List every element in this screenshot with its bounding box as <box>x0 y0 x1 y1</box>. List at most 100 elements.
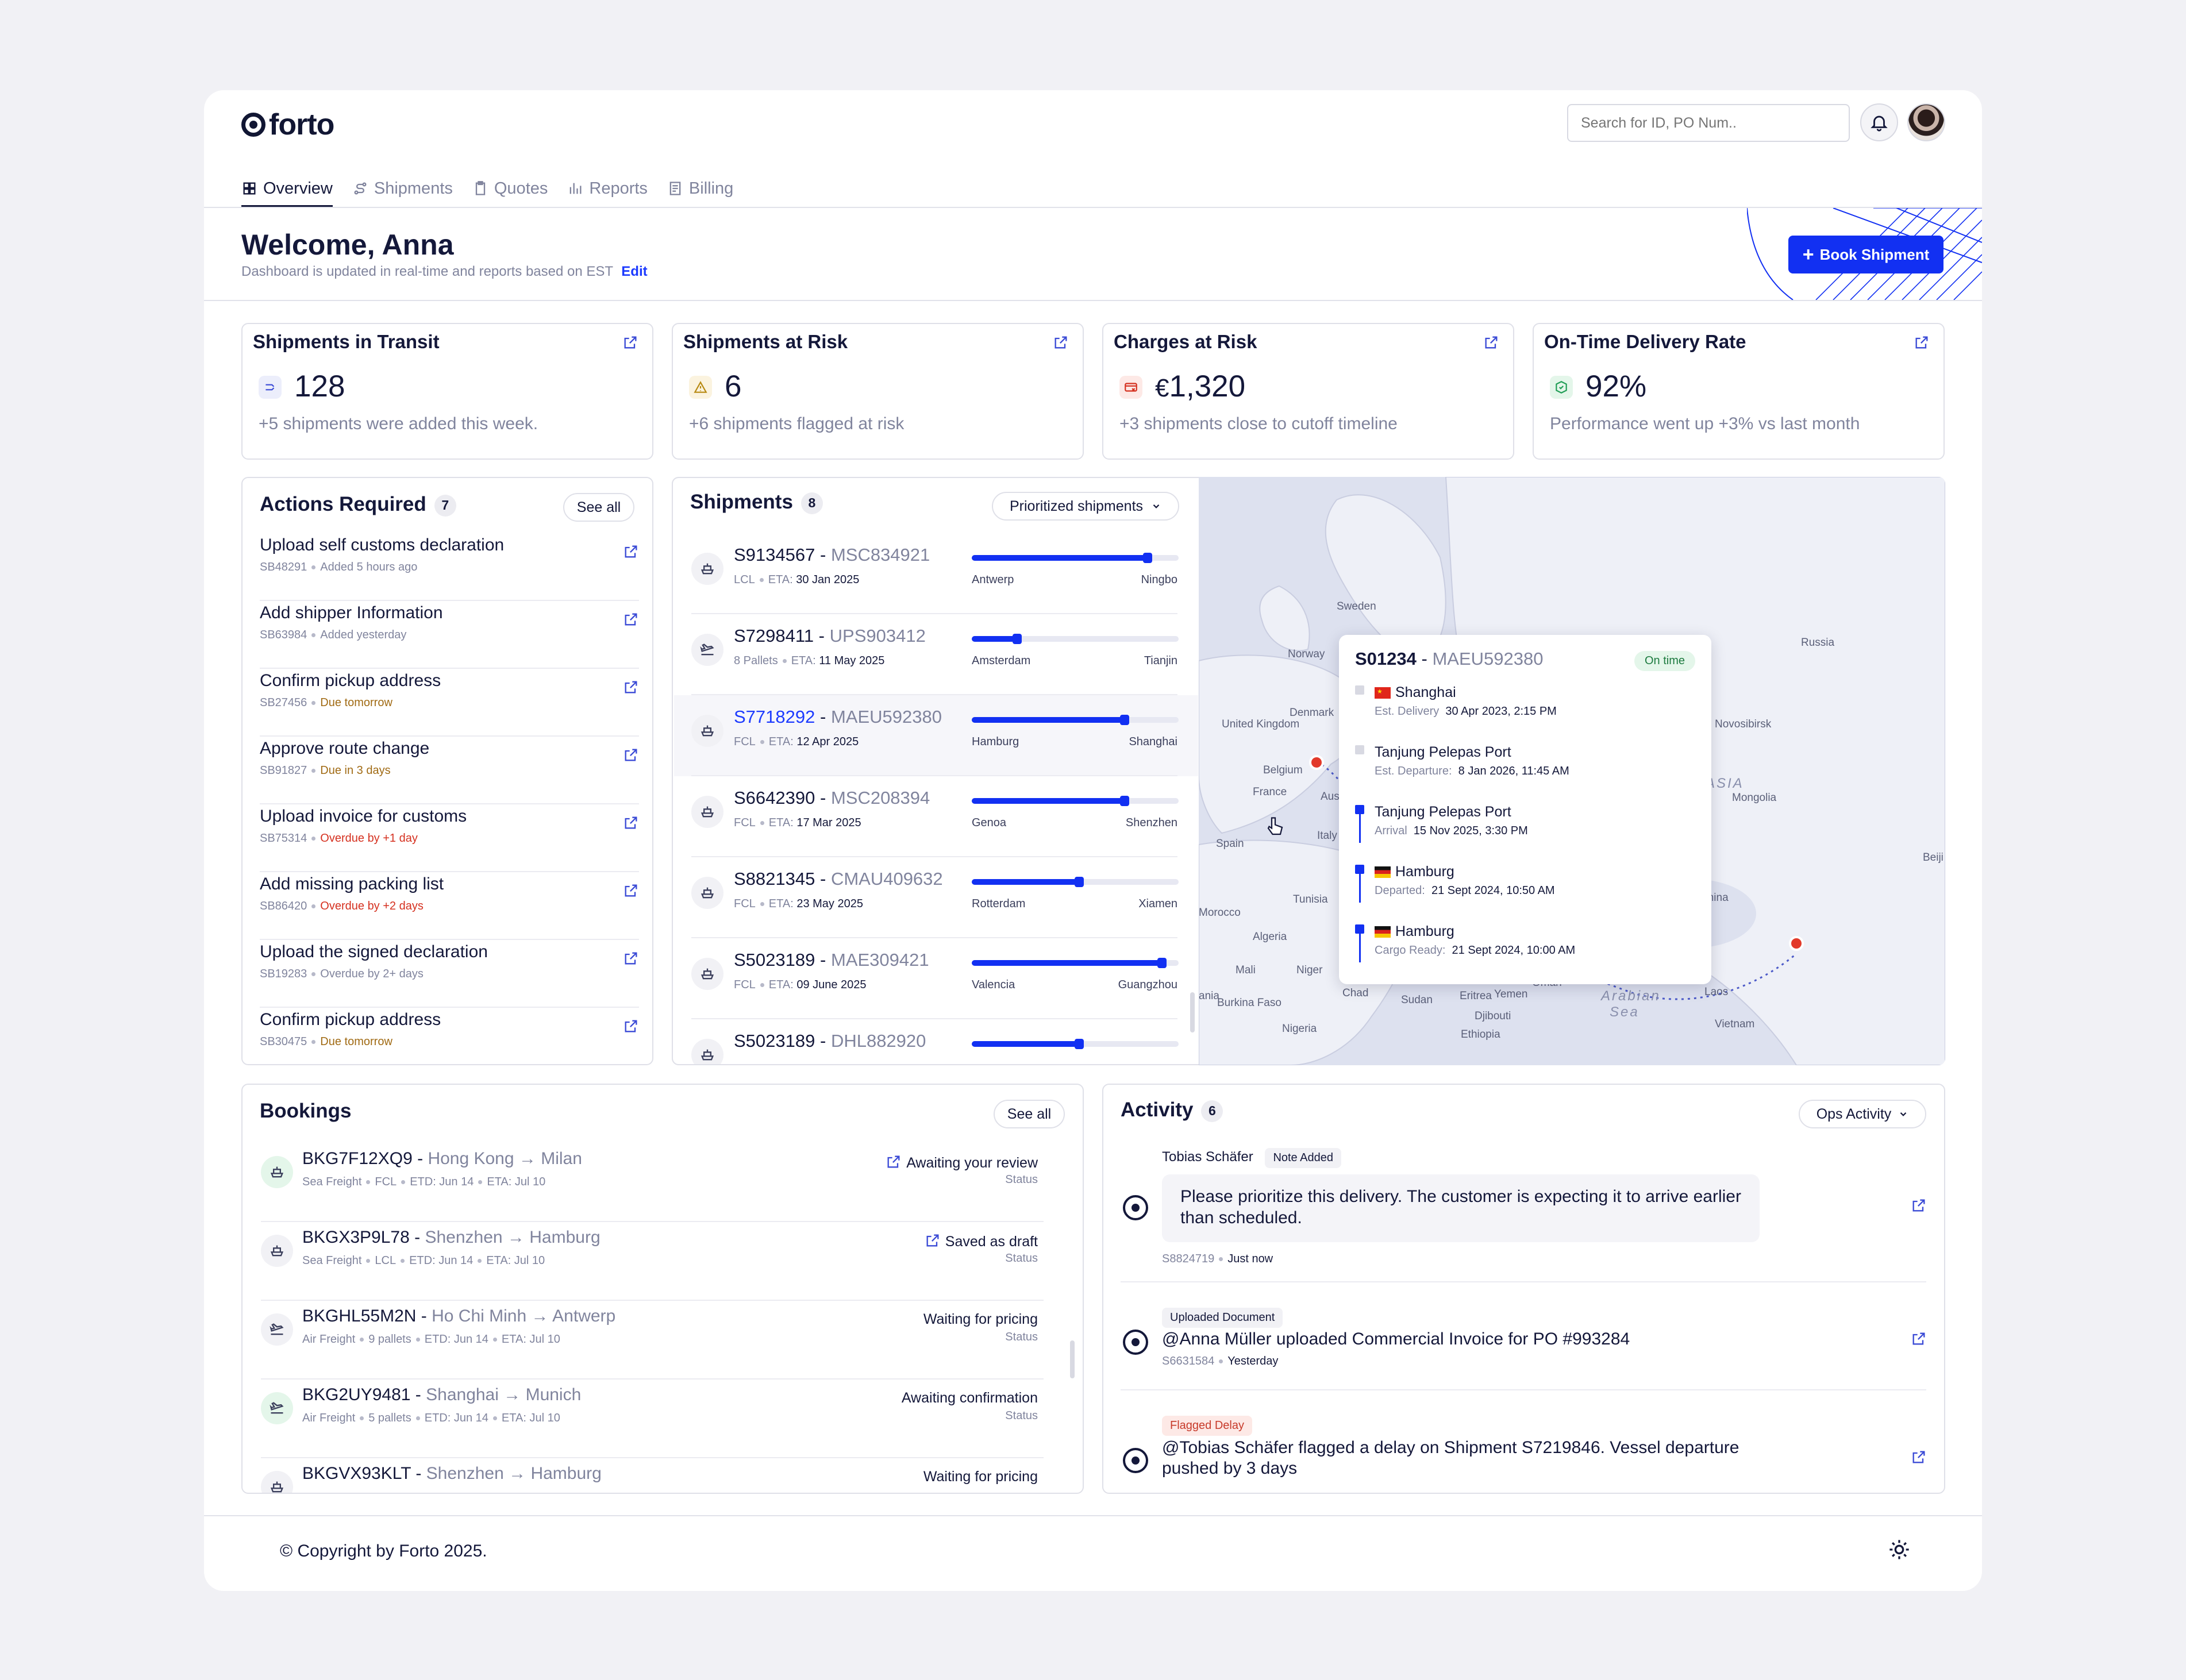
booking-row[interactable]: BKG7F12XQ9 - Hong Kong → Milan Sea Freigh… <box>261 1143 1067 1222</box>
external-link-icon[interactable] <box>623 883 639 901</box>
edit-link[interactable]: Edit <box>621 264 647 279</box>
external-link-icon[interactable] <box>1911 1197 1927 1213</box>
external-link-icon[interactable] <box>623 1018 639 1037</box>
origin-port: Antwerp <box>972 573 1014 586</box>
separator-dot <box>478 1259 482 1263</box>
external-link-icon[interactable] <box>1053 334 1069 353</box>
action-item[interactable]: Upload self customs declaration SB48291 Ad… <box>260 533 639 601</box>
shipments-filter-dropdown[interactable]: Prioritized shipments <box>992 492 1179 521</box>
shipment-ref: CMAU409632 <box>830 869 943 889</box>
kpi-card-1[interactable]: Shipments in Transit 128 +5 shipments were… <box>241 323 653 460</box>
bookings-scrollbar[interactable] <box>1070 1340 1075 1378</box>
kpi-card-4[interactable]: On-Time Delivery Rate 92% Performance went… <box>1533 323 1945 460</box>
stop-time: 21 Sept 2024, 10:00 AM <box>1452 944 1576 957</box>
search-input[interactable] <box>1567 104 1850 142</box>
route-stop: Tanjung Pelepas Port Est. Departure: 8 Ja… <box>1355 744 1700 800</box>
booking-status: Waiting for pricing <box>923 1469 1038 1485</box>
book-shipment-button[interactable]: + Book Shipment <box>1788 236 1943 273</box>
separator-dot <box>760 740 764 745</box>
action-item[interactable]: Add missing packing list SB86420 Overdue b… <box>260 872 639 940</box>
kpi-card-3[interactable]: Charges at Risk €1,320 +3 shipments close … <box>1102 323 1514 460</box>
activity-meta: S8824719 Just now <box>1162 1253 1273 1266</box>
separator-dot <box>311 972 316 977</box>
separator-dot <box>366 1259 371 1263</box>
activity-filter-dropdown[interactable]: Ops Activity <box>1799 1100 1926 1128</box>
stop-meta: Est. Delivery 30 Apr 2023, 2:15 PM <box>1375 705 1557 718</box>
tab-overview[interactable]: Overview <box>241 169 333 207</box>
tab-billing[interactable]: Billing <box>667 169 733 207</box>
actions-see-all-button[interactable]: See all <box>563 493 634 522</box>
user-avatar[interactable] <box>1907 103 1945 141</box>
booking-status-text: Waiting for pricing <box>923 1311 1038 1327</box>
shipment-row[interactable]: S9134567 - MSC834921 LCL ETA: 30 Jan 2025 A… <box>674 533 1198 614</box>
notifications-button[interactable] <box>1860 103 1898 141</box>
bell-icon <box>1871 115 1888 132</box>
action-item[interactable]: Confirm pickup address SB27456 Due tomorro… <box>260 669 639 737</box>
progress-bar <box>972 634 1179 644</box>
shipment-row[interactable]: S5023189 - MAE309421 FCL ETA: 09 June 2025… <box>674 938 1198 1019</box>
action-meta: SB86420 Overdue by +2 days <box>260 900 424 913</box>
map-label: Italy <box>1317 830 1337 842</box>
booking-id: BKGVX93KLT - Shenzhen → Hamburg <box>302 1464 602 1483</box>
external-link-icon[interactable] <box>623 611 639 630</box>
activity-time: Yesterday <box>1227 1355 1279 1367</box>
shipment-row[interactable]: S7298411 - UPS903412 8 Pallets ETA: 11 May… <box>674 614 1198 695</box>
bookings-see-all-button[interactable]: See all <box>994 1100 1065 1128</box>
external-link-icon[interactable] <box>623 747 639 766</box>
booking-row[interactable]: BKG2UY9481 - Shanghai → Munich Air Freigh… <box>261 1380 1067 1458</box>
booking-id: BKGX3P9L78 - Shenzhen → Hamburg <box>302 1228 601 1247</box>
external-link-icon[interactable] <box>623 815 639 834</box>
origin-port: Hamburg <box>972 735 1019 748</box>
action-item[interactable]: Confirm pickup address SB30475 Due tomorro… <box>260 1008 639 1064</box>
external-link-icon[interactable] <box>1914 334 1930 353</box>
tab-quotes[interactable]: Quotes <box>472 169 548 207</box>
shipment-id: S6642390 - MSC208394 <box>734 788 930 808</box>
shipment-id: S5023189 - DHL882920 <box>734 1031 926 1051</box>
shipment-ref: MSC208394 <box>830 788 930 808</box>
activity-text: @Anna Müller uploaded Commercial Invoice… <box>1162 1330 1630 1348</box>
eta-date: 09 June 2025 <box>796 978 867 991</box>
external-link-icon[interactable] <box>622 334 638 353</box>
map-label: Yemen <box>1494 988 1528 1000</box>
shipment-meta: FCL ETA: 09 June 2025 <box>734 978 867 992</box>
eta-date: 30 Jan 2025 <box>796 573 860 586</box>
booking-row[interactable]: BKGVX93KLT - Shenzhen → Hamburg Waiting f… <box>261 1458 1067 1493</box>
shipment-meta: LCL ETA: 30 Jan 2025 <box>734 573 859 587</box>
shipment-row[interactable]: S5023189 - DHL882920 <box>674 1019 1198 1064</box>
external-link-icon[interactable] <box>623 950 639 969</box>
tab-reports[interactable]: Reports <box>567 169 648 207</box>
booking-row[interactable]: BKGHL55M2N - Ho Chi Minh → Antwerp Air Fr… <box>261 1301 1067 1380</box>
external-link-icon[interactable] <box>1911 1449 1927 1465</box>
activity-item-3-tag: Flagged Delay <box>1162 1416 1252 1436</box>
action-id: SB30475 <box>260 1035 307 1048</box>
booking-row[interactable]: BKGX3P9L78 - Shenzhen → Hamburg Sea Freig… <box>261 1222 1067 1301</box>
forto-logo[interactable]: forto <box>241 110 334 140</box>
action-item[interactable]: Upload invoice for customs SB75314 Overdue… <box>260 804 639 872</box>
nav-divider <box>204 207 1982 208</box>
action-note: Overdue by +2 days <box>320 900 424 912</box>
tab-shipments[interactable]: Shipments <box>352 169 453 207</box>
action-item[interactable]: Upload the signed declaration SB19283 Over… <box>260 940 639 1008</box>
action-item[interactable]: Approve route change SB91827 Due in 3 days <box>260 737 639 804</box>
action-id: SB91827 <box>260 764 307 777</box>
kpi-card-2[interactable]: Shipments at Risk 6 +6 shipments flagged a… <box>672 323 1084 460</box>
external-link-icon[interactable] <box>623 544 639 562</box>
external-link-icon[interactable] <box>623 679 639 698</box>
eta-label: ETA: <box>768 978 794 991</box>
external-link-icon[interactable] <box>1483 334 1499 353</box>
map-label: Spain <box>1216 838 1244 850</box>
booking-status: Awaiting your review <box>886 1154 1038 1174</box>
external-link-icon[interactable] <box>886 1155 902 1173</box>
stop-meta: Departed: 21 Sept 2024, 10:50 AM <box>1375 884 1555 897</box>
shipments-scrollbar[interactable] <box>1190 992 1195 1032</box>
shipment-row[interactable]: S7718292 - MAEU592380 FCL ETA: 12 Apr 2025… <box>674 695 1198 776</box>
sun-icon[interactable] <box>1888 1538 1911 1561</box>
external-link-icon[interactable] <box>925 1234 941 1252</box>
booking-route: Ho Chi Minh → Antwerp <box>432 1307 616 1325</box>
map-label: Mali <box>1236 964 1256 976</box>
shipment-row[interactable]: S6642390 - MSC208394 FCL ETA: 17 Mar 2025 G… <box>674 776 1198 857</box>
shipment-row[interactable]: S8821345 - CMAU409632 FCL ETA: 23 May 2025… <box>674 857 1198 938</box>
external-link-icon[interactable] <box>1911 1331 1927 1347</box>
action-item[interactable]: Add shipper Information SB63984 Added yest… <box>260 601 639 669</box>
progress-bar <box>972 553 1179 563</box>
